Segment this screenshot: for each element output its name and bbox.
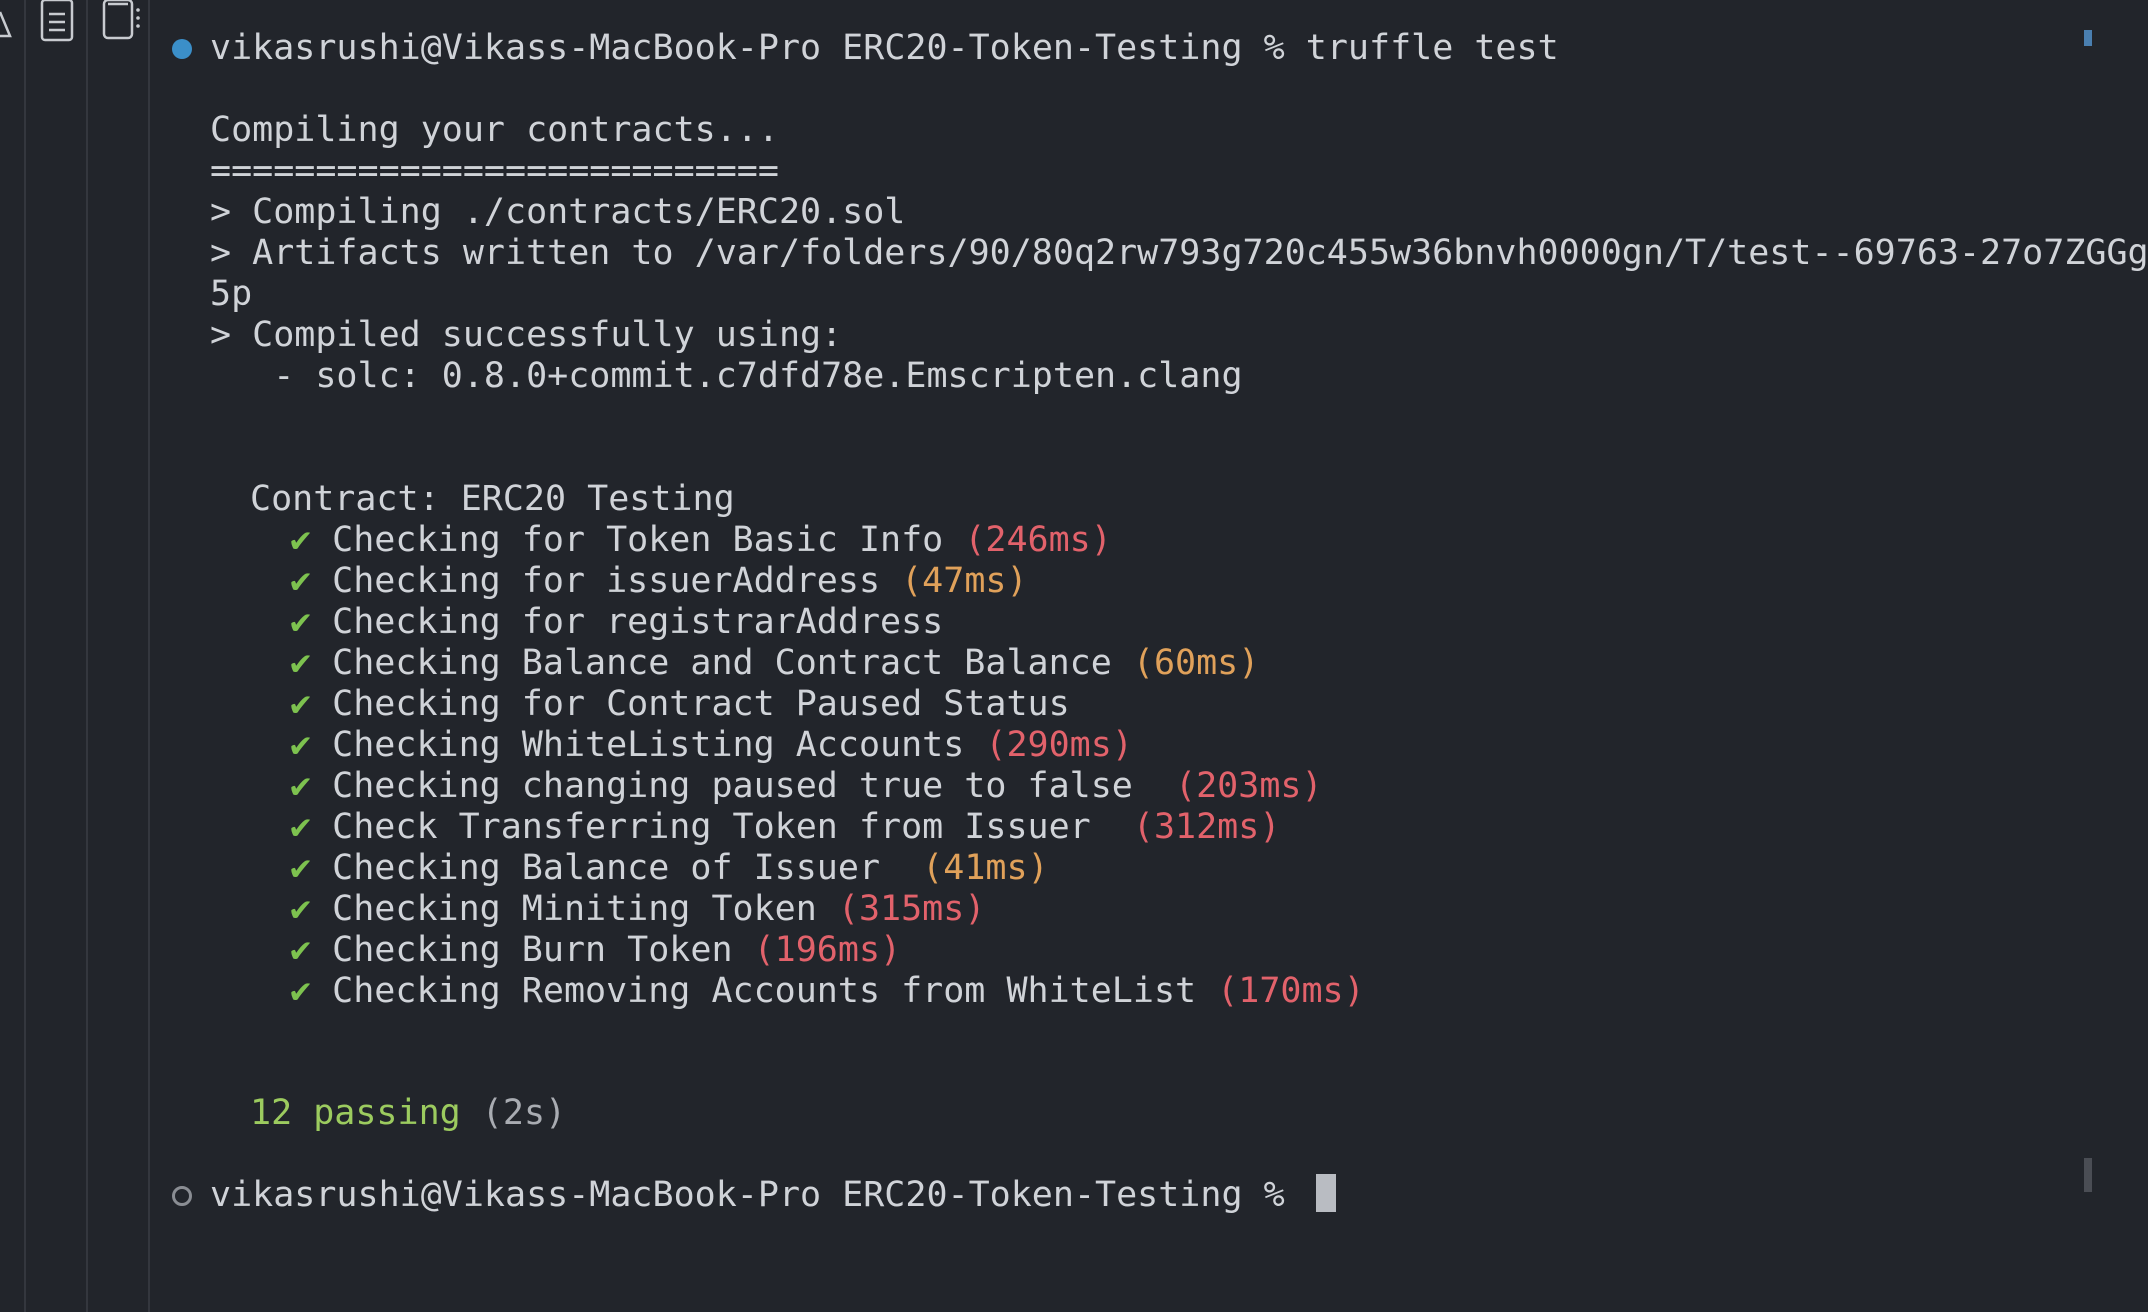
test-result-row: ✔ Checking Balance of Issuer (41ms) bbox=[290, 848, 1049, 889]
compile-line: > Compiled successfully using: bbox=[210, 315, 843, 355]
test-time: (246ms) bbox=[964, 520, 1112, 560]
test-time: (315ms) bbox=[837, 889, 986, 929]
passing-count: 12 passing bbox=[250, 1093, 461, 1133]
test-name: Checking for Contract Paused Status bbox=[332, 684, 1070, 724]
compile-line: > Compiling ./contracts/ERC20.sol bbox=[210, 192, 906, 232]
test-result-row: ✔ Checking Burn Token (196ms) bbox=[290, 930, 901, 971]
test-duration: (2s) bbox=[481, 1093, 567, 1133]
test-name: Checking changing paused true to false bbox=[332, 766, 1176, 806]
test-name: Checking WhiteListing Accounts bbox=[332, 725, 986, 765]
checkmark-icon: ✔ bbox=[290, 725, 312, 765]
idle-status-dot-icon bbox=[172, 1186, 192, 1206]
compile-rule: =========================== bbox=[210, 151, 779, 191]
warning-icon[interactable] bbox=[0, 0, 16, 40]
test-result-row: ✔ Checking Balance and Contract Balance … bbox=[290, 643, 1259, 684]
compile-line: - solc: 0.8.0+commit.c7dfd78e.Emscripten… bbox=[210, 356, 1243, 396]
command-status-dot-icon bbox=[172, 39, 192, 59]
checkmark-icon: ✔ bbox=[290, 971, 312, 1011]
checkmark-icon: ✔ bbox=[290, 930, 312, 970]
test-time: (170ms) bbox=[1217, 971, 1365, 1011]
contract-title: Contract: ERC20 Testing bbox=[250, 479, 735, 519]
test-name: Checking Balance and Contract Balance bbox=[332, 643, 1133, 683]
prompt-line-current[interactable]: vikasrushi@Vikass-MacBook-Pro ERC20-Toke… bbox=[210, 1174, 1336, 1216]
test-time: (312ms) bbox=[1132, 807, 1281, 847]
prompt-symbol: % bbox=[1263, 28, 1285, 68]
terminal-sidebar bbox=[0, 0, 150, 1312]
test-name: Checking Removing Accounts from WhiteLis… bbox=[332, 971, 1218, 1011]
test-result-row: ✔ Checking for issuerAddress (47ms) bbox=[290, 561, 1028, 602]
test-name: Checking Burn Token bbox=[332, 930, 754, 970]
test-time: (47ms) bbox=[901, 561, 1028, 601]
checkmark-icon: ✔ bbox=[290, 807, 312, 847]
test-name: Check Transferring Token from Issuer bbox=[332, 807, 1133, 847]
text-cursor bbox=[1315, 1174, 1336, 1212]
test-name: Checking for registrarAddress bbox=[332, 602, 944, 642]
sidebar-divider bbox=[24, 0, 26, 1312]
checkmark-icon: ✔ bbox=[290, 643, 312, 683]
test-name: Checking for issuerAddress bbox=[332, 561, 902, 601]
test-time: (290ms) bbox=[985, 725, 1133, 765]
test-name: Checking for Token Basic Info bbox=[332, 520, 965, 560]
compile-line: > Artifacts written to /var/folders/90/8… bbox=[210, 233, 2148, 273]
checkmark-icon: ✔ bbox=[290, 520, 312, 560]
document-icon[interactable] bbox=[40, 0, 74, 44]
test-name: Checking Miniting Token bbox=[332, 889, 838, 929]
test-result-row: ✔ Checking for registrarAddress bbox=[290, 602, 943, 643]
compile-line: 5p bbox=[210, 274, 253, 314]
sidebar-divider bbox=[86, 0, 88, 1312]
notebook-icon[interactable] bbox=[102, 0, 142, 44]
test-result-row: ✔ Checking Removing Accounts from WhiteL… bbox=[290, 971, 1365, 1012]
test-result-row: ✔ Check Transferring Token from Issuer (… bbox=[290, 807, 1280, 848]
test-result-row: ✔ Checking WhiteListing Accounts (290ms) bbox=[290, 725, 1133, 766]
test-result-row: ✔ Checking Miniting Token (315ms) bbox=[290, 889, 985, 930]
checkmark-icon: ✔ bbox=[290, 766, 312, 806]
test-time: (41ms) bbox=[922, 848, 1049, 888]
test-result-row: ✔ Checking for Token Basic Info (246ms) bbox=[290, 520, 1112, 561]
checkmark-icon: ✔ bbox=[290, 889, 312, 929]
scrollbar-thumb[interactable] bbox=[2084, 1158, 2092, 1192]
prompt-user-host: vikasrushi@Vikass-MacBook-Pro bbox=[210, 28, 822, 68]
test-time: (60ms) bbox=[1132, 643, 1260, 683]
test-time: (203ms) bbox=[1175, 766, 1323, 806]
checkmark-icon: ✔ bbox=[290, 561, 312, 601]
checkmark-icon: ✔ bbox=[290, 602, 312, 642]
sidebar-divider bbox=[148, 0, 150, 1312]
test-result-row: ✔ Checking changing paused true to false… bbox=[290, 766, 1323, 807]
prompt-text: vikasrushi@Vikass-MacBook-Pro ERC20-Toke… bbox=[210, 1175, 1306, 1215]
checkmark-icon: ✔ bbox=[290, 848, 312, 888]
prompt-directory: ERC20-Token-Testing bbox=[842, 28, 1243, 68]
prompt-command: truffle test bbox=[1305, 28, 1559, 68]
test-name: Checking Balance of Issuer bbox=[332, 848, 923, 888]
compile-heading: Compiling your contracts... bbox=[210, 110, 779, 150]
test-result-row: ✔ Checking for Contract Paused Status bbox=[290, 684, 1070, 725]
test-time: (196ms) bbox=[753, 930, 902, 970]
prompt-line: vikasrushi@Vikass-MacBook-Pro ERC20-Toke… bbox=[210, 28, 1559, 69]
terminal-output[interactable]: vikasrushi@Vikass-MacBook-Pro ERC20-Toke… bbox=[152, 0, 2148, 1312]
summary-line: 12 passing (2s) bbox=[250, 1093, 566, 1134]
scroll-marker[interactable] bbox=[2084, 30, 2092, 46]
checkmark-icon: ✔ bbox=[290, 684, 312, 724]
